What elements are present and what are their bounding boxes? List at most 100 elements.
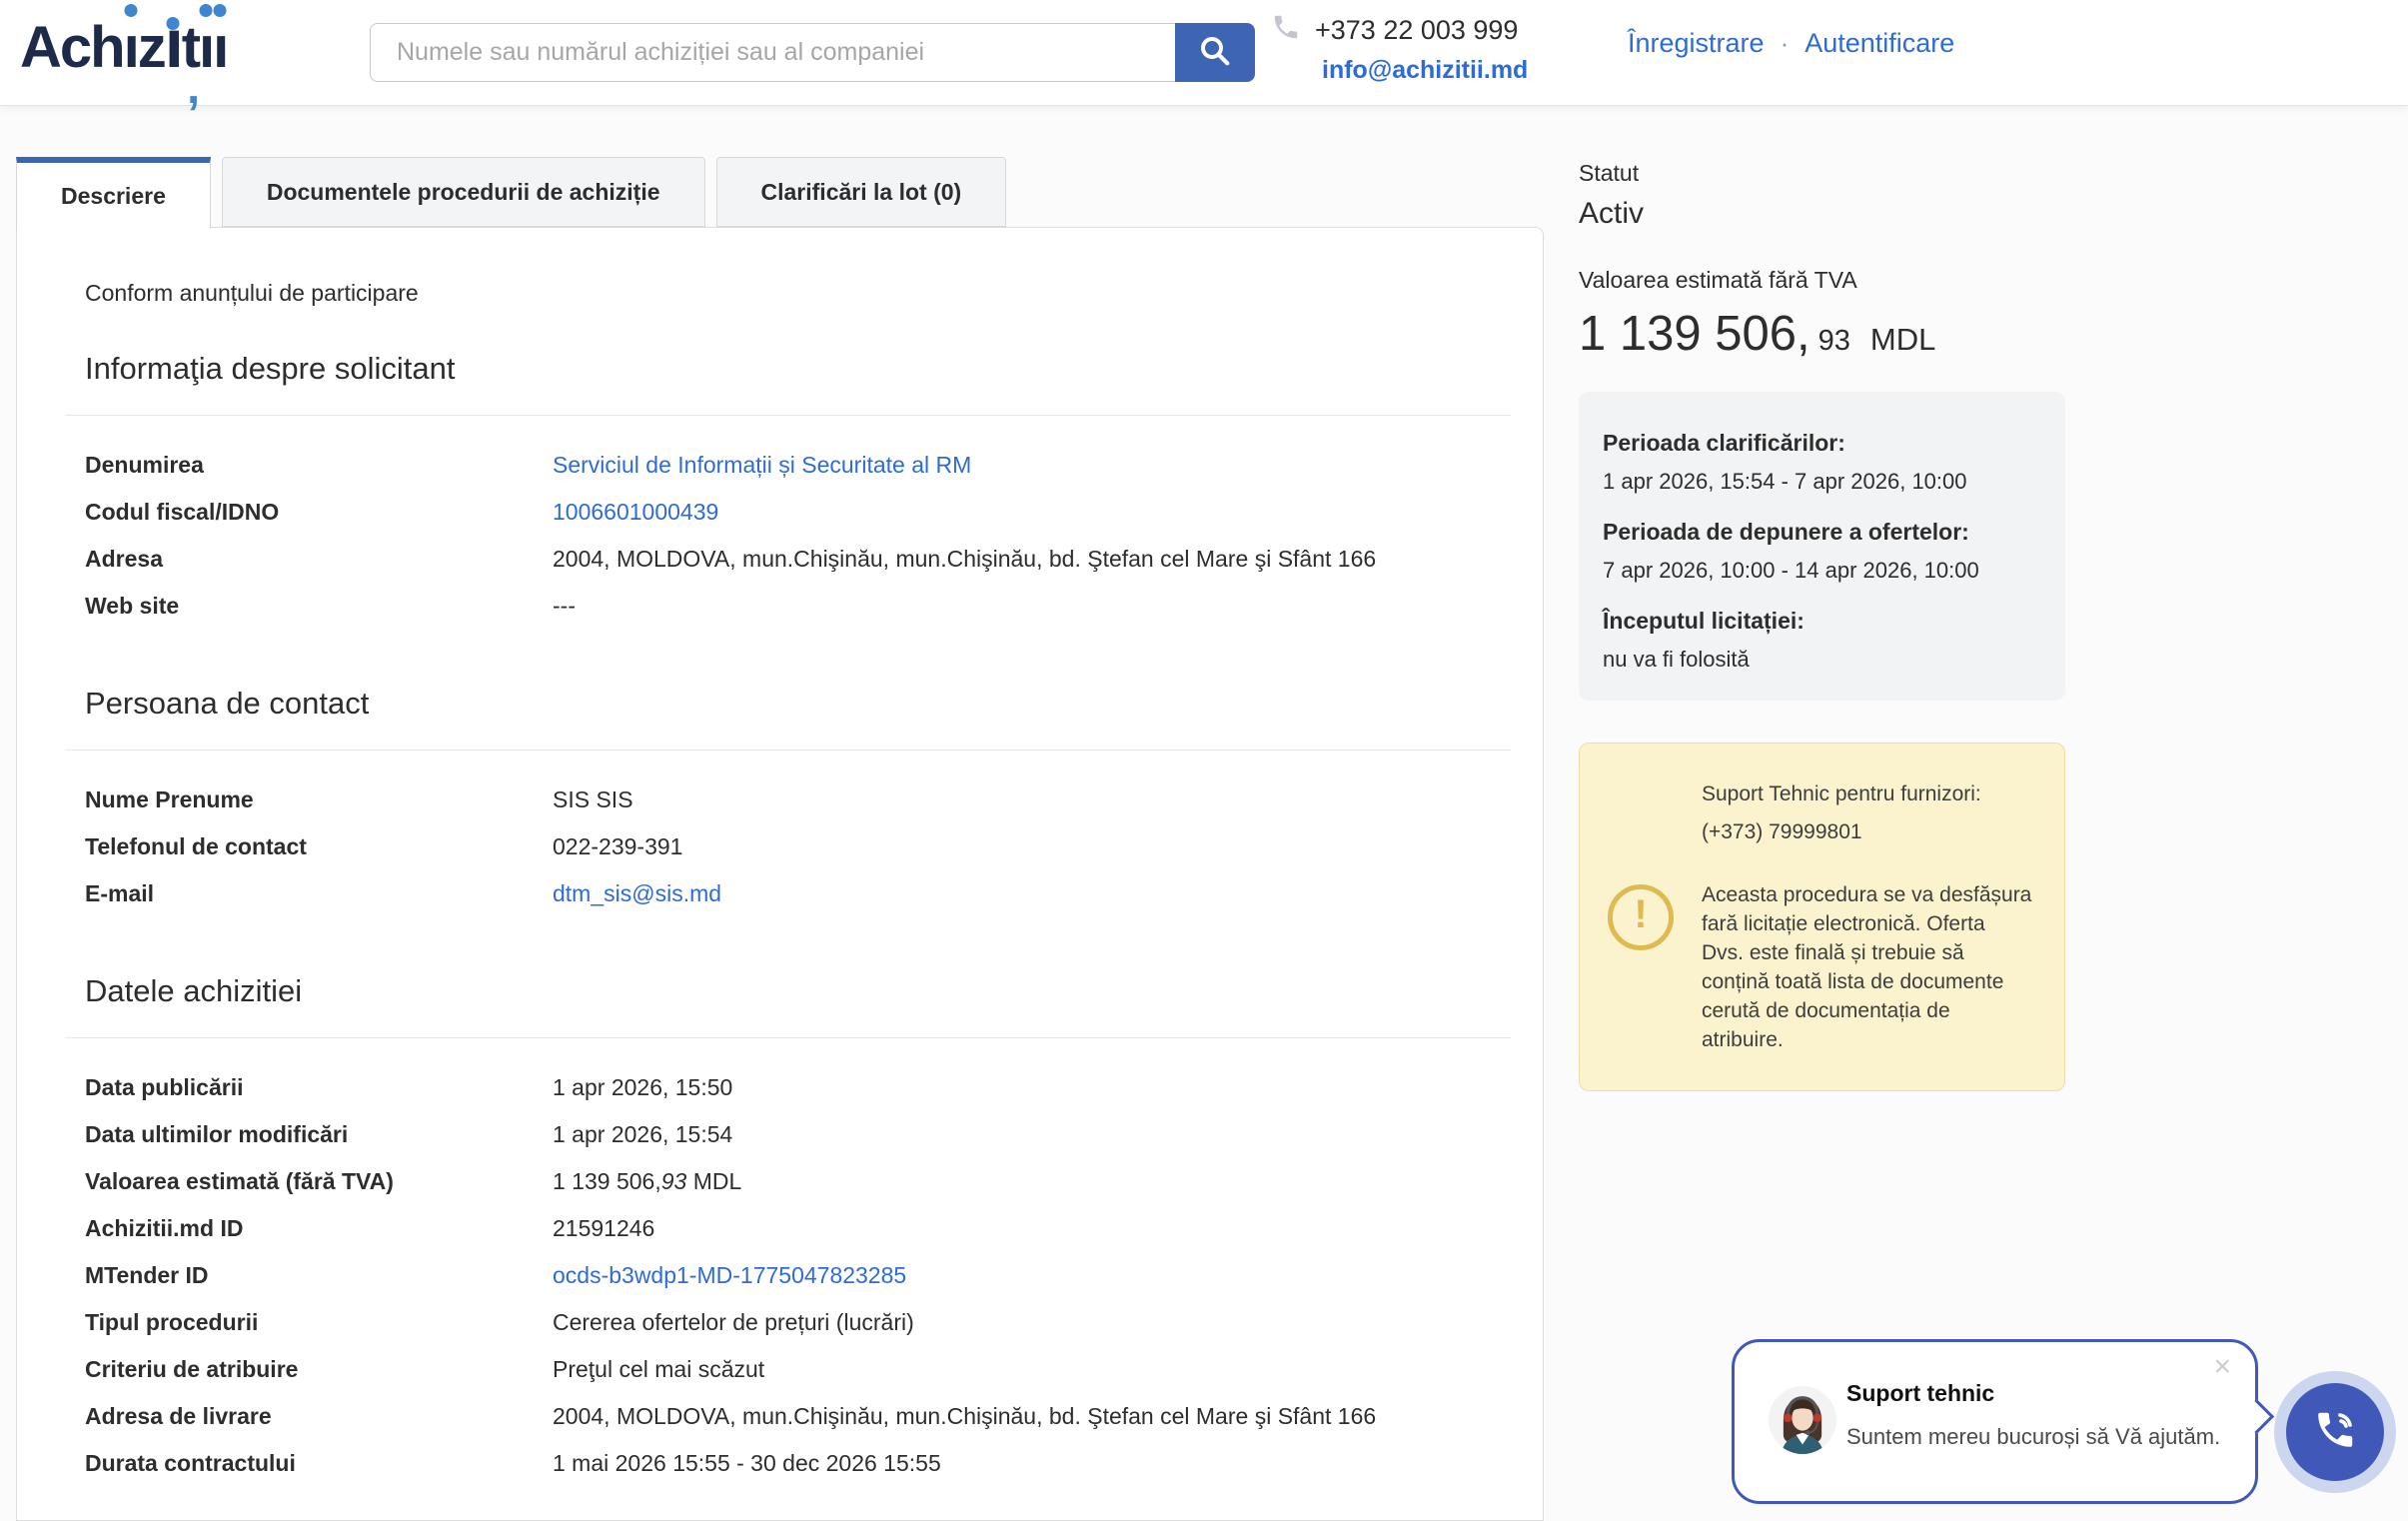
address-value: 2004, MOLDOVA, mun.Chişinău, mun.Chişină… bbox=[553, 544, 1376, 575]
table-row: Telefonul de contact 022-239-391 bbox=[85, 831, 1475, 862]
logo-text: Achızıtıı bbox=[20, 15, 227, 80]
header-phone-number: +373 22 003 999 bbox=[1315, 15, 1518, 46]
tab-descriere[interactable]: Descriere bbox=[16, 157, 211, 229]
auth-links: Înregistrare · Autentificare bbox=[1628, 28, 1954, 59]
chat-message: Suntem mereu bucuroși să Vă ajutăm. bbox=[1846, 1424, 2220, 1450]
support-chat-bubble[interactable]: Suport tehnic Suntem mereu bucuroși să V… bbox=[1732, 1339, 2258, 1504]
award-criteria-value: Preţul cel mai scăzut bbox=[553, 1354, 764, 1385]
idno-link[interactable]: 1006601000439 bbox=[553, 497, 718, 528]
table-row: Tipul procedurii Cererea ofertelor de pr… bbox=[85, 1307, 1475, 1338]
status-label: Statut bbox=[1579, 160, 2065, 187]
support-agent-avatar bbox=[1769, 1386, 1836, 1454]
table-row: Data publicării 1 apr 2026, 15:50 bbox=[85, 1072, 1475, 1103]
table-row: Durata contractului 1 mai 2026 15:55 - 3… bbox=[85, 1448, 1475, 1479]
row-label: Adresa bbox=[85, 544, 553, 575]
table-row: Criteriu de atribuire Preţul cel mai scă… bbox=[85, 1354, 1475, 1385]
sidebar: Statut Activ Valoarea estimată fără TVA … bbox=[1579, 160, 2065, 1091]
search-bar bbox=[370, 23, 1255, 82]
section-title-datele: Datele achizitiei bbox=[85, 973, 1475, 1009]
achizitii-id-value: 21591246 bbox=[553, 1213, 654, 1244]
row-label: Achizitii.md ID bbox=[85, 1213, 553, 1244]
modified-date-value: 1 apr 2026, 15:54 bbox=[553, 1119, 732, 1150]
status-badge: Activ bbox=[1579, 197, 2065, 231]
search-input[interactable] bbox=[370, 23, 1175, 82]
buyer-name-link[interactable]: Serviciul de Informații și Securitate al… bbox=[553, 450, 971, 481]
tab-bar: Descriere Documentele procedurii de achi… bbox=[16, 157, 1017, 229]
auth-separator: · bbox=[1781, 28, 1790, 59]
mtender-id-link[interactable]: ocds-b3wdp1-MD-1775047823285 bbox=[553, 1260, 906, 1291]
phone-call-icon bbox=[2311, 1406, 2359, 1459]
estimated-value-label: Valoarea estimată fără TVA bbox=[1579, 267, 2065, 294]
row-label: E-mail bbox=[85, 878, 553, 909]
row-label: Telefonul de contact bbox=[85, 831, 553, 862]
register-link[interactable]: Înregistrare bbox=[1628, 28, 1765, 59]
login-link[interactable]: Autentificare bbox=[1805, 28, 1954, 59]
section-title-contact: Persoana de contact bbox=[85, 686, 1475, 722]
table-row: Nume Prenume SIS SIS bbox=[85, 784, 1475, 815]
logo[interactable]: Achızıtıı bbox=[20, 8, 227, 88]
exclamation-circle-icon: ! bbox=[1608, 884, 1674, 950]
support-call-button[interactable] bbox=[2286, 1383, 2384, 1481]
chat-title: Suport tehnic bbox=[1846, 1380, 1994, 1407]
period-title: Începutul licitației: bbox=[1603, 608, 2045, 635]
close-icon[interactable]: × bbox=[2213, 1352, 2231, 1382]
table-row: Valoarea estimată (fără TVA) 1 139 506,9… bbox=[85, 1166, 1475, 1197]
row-label: Criteriu de atribuire bbox=[85, 1354, 553, 1385]
row-label: Adresa de livrare bbox=[85, 1401, 553, 1432]
table-row: MTender ID ocds-b3wdp1-MD-1775047823285 bbox=[85, 1260, 1475, 1291]
table-row: Achizitii.md ID 21591246 bbox=[85, 1213, 1475, 1244]
table-row: Data ultimilor modificări 1 apr 2026, 15… bbox=[85, 1119, 1475, 1150]
website-value: --- bbox=[553, 591, 576, 622]
procedure-type-value: Cererea ofertelor de prețuri (lucrări) bbox=[553, 1307, 914, 1338]
support-notice-box: ! Suport Tehnic pentru furnizori: (+373)… bbox=[1579, 743, 2065, 1091]
support-phone-label: Suport Tehnic pentru furnizori: bbox=[1702, 779, 2032, 808]
estimated-value: 1 139 506,93 MDL bbox=[553, 1166, 741, 1197]
period-title: Perioada clarificărilor: bbox=[1603, 430, 2045, 457]
contact-phone-value: 022-239-391 bbox=[553, 831, 682, 862]
table-row: Codul fiscal/IDNO 1006601000439 bbox=[85, 497, 1475, 528]
contact-email-link[interactable]: dtm_sis@sis.md bbox=[553, 878, 721, 909]
table-row: E-mail dtm_sis@sis.md bbox=[85, 878, 1475, 909]
search-button[interactable] bbox=[1175, 23, 1255, 82]
value-currency: MDL bbox=[1870, 322, 1935, 358]
table-row: Adresa de livrare 2004, MOLDOVA, mun.Chi… bbox=[85, 1401, 1475, 1432]
period-text: 1 apr 2026, 15:54 - 7 apr 2026, 10:00 bbox=[1603, 466, 2045, 497]
row-label: Codul fiscal/IDNO bbox=[85, 497, 553, 528]
divider bbox=[65, 415, 1511, 416]
period-title: Perioada de depunere a ofertelor: bbox=[1603, 519, 2045, 546]
value-main: 1 139 506, bbox=[1579, 306, 1810, 362]
divider bbox=[65, 750, 1511, 751]
main-panel: Conform anunțului de participare Informa… bbox=[16, 227, 1544, 1521]
period-text: nu va fi folosită bbox=[1603, 644, 2045, 675]
row-label: Data ultimilor modificări bbox=[85, 1119, 553, 1150]
delivery-address-value: 2004, MOLDOVA, mun.Chişinău, mun.Chişină… bbox=[553, 1401, 1376, 1432]
row-label: Tipul procedurii bbox=[85, 1307, 553, 1338]
period-text: 7 apr 2026, 10:00 - 14 apr 2026, 10:00 bbox=[1603, 555, 2045, 586]
table-row: Denumirea Serviciul de Informații și Sec… bbox=[85, 450, 1475, 481]
tab-clarificari-la-lot[interactable]: Clarificări la lot (0) bbox=[716, 157, 1007, 227]
row-label: Durata contractului bbox=[85, 1448, 553, 1479]
row-label: MTender ID bbox=[85, 1260, 553, 1291]
phone-receiver-icon bbox=[1271, 12, 1301, 49]
tab-documentele-procedurii[interactable]: Documentele procedurii de achiziție bbox=[222, 157, 705, 227]
contact-name-value: SIS SIS bbox=[553, 784, 633, 815]
contract-duration-value: 1 mai 2026 15:55 - 30 dec 2026 15:55 bbox=[553, 1448, 941, 1479]
search-icon bbox=[1197, 33, 1233, 72]
header-contact: +373 22 003 999 info@achizitii.md bbox=[1271, 12, 1528, 85]
row-label: Web site bbox=[85, 591, 553, 622]
support-call-button-halo bbox=[2274, 1371, 2396, 1493]
support-phone-number: (+373) 79999801 bbox=[1702, 817, 2032, 846]
value-fraction: 93 bbox=[1818, 325, 1850, 358]
periods-box: Perioada clarificărilor: 1 apr 2026, 15:… bbox=[1579, 392, 2065, 701]
table-row: Adresa 2004, MOLDOVA, mun.Chişinău, mun.… bbox=[85, 544, 1475, 575]
intro-note: Conform anunțului de participare bbox=[85, 280, 1475, 307]
notice-body: Aceasta procedura se va desfășura fară l… bbox=[1702, 880, 2032, 1054]
estimated-value-amount: 1 139 506, 93 MDL bbox=[1579, 306, 2065, 362]
header: Achızıtıı +373 22 003 999 info@achizitii… bbox=[0, 0, 2408, 106]
section-title-solicitant: Informaţia despre solicitant bbox=[85, 351, 1475, 387]
row-label: Valoarea estimată (fără TVA) bbox=[85, 1166, 553, 1197]
header-email-link[interactable]: info@achizitii.md bbox=[1322, 56, 1528, 85]
publish-date-value: 1 apr 2026, 15:50 bbox=[553, 1072, 732, 1103]
row-label: Denumirea bbox=[85, 450, 553, 481]
row-label: Data publicării bbox=[85, 1072, 553, 1103]
